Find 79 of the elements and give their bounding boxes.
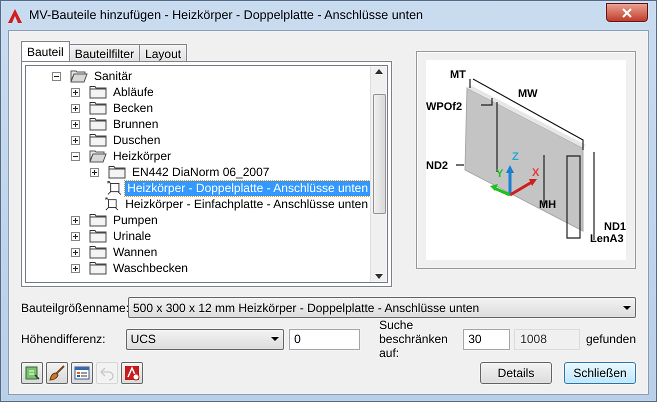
toolbar-button[interactable]	[21, 362, 43, 384]
field-label: Höhendifferenz:	[21, 331, 107, 348]
app-logo-icon	[7, 8, 23, 24]
dimension-label: X	[532, 167, 540, 179]
folder-icon	[89, 85, 107, 99]
folder-icon	[89, 101, 107, 115]
dropdown-arrow-icon	[623, 306, 631, 310]
expand-icon[interactable]	[90, 168, 99, 176]
height-reference-dropdown[interactable]: UCS	[126, 328, 284, 350]
part-block-icon	[105, 196, 120, 212]
open-folder-icon	[89, 149, 107, 163]
expand-icon[interactable]	[71, 264, 80, 272]
help-icon	[124, 365, 140, 381]
folder-icon	[89, 213, 107, 227]
close-icon	[622, 8, 632, 18]
dimension-label: MW	[518, 88, 538, 100]
tree-item[interactable]: Urinale	[111, 228, 154, 244]
expand-icon[interactable]	[71, 120, 80, 128]
tree-item[interactable]: Wannen	[111, 244, 160, 260]
dimension-label: Y	[496, 168, 504, 180]
tree-item[interactable]: Waschbecken	[111, 260, 190, 276]
close-button[interactable]	[606, 3, 648, 22]
dimension-label: ND1	[604, 221, 626, 233]
scroll-up-icon[interactable]	[375, 69, 383, 74]
tree-item[interactable]: EN442 DiaNorm 06_2007	[130, 164, 272, 180]
expand-icon[interactable]	[71, 136, 80, 144]
dimension-label: WPOf2	[426, 101, 462, 113]
dimension-label: MT	[450, 69, 466, 81]
folder-icon	[89, 261, 107, 275]
tab[interactable]: Bauteil	[21, 41, 70, 61]
tree-item[interactable]: Heizkörper - Einfachplatte - Anschlüsse unten	[123, 196, 370, 212]
tab[interactable]: Layout	[139, 44, 188, 61]
toolbar-button[interactable]	[46, 362, 68, 384]
dimension-label: Z	[512, 151, 519, 163]
open-folder-icon	[70, 69, 88, 83]
dimension-label: MH	[539, 199, 556, 211]
size-name-dropdown[interactable]: 500 x 300 x 12 mm Heizkörper - Doppelplatte - Anschlüsse unten	[128, 297, 636, 318]
dimension-label: LenA3	[590, 233, 624, 245]
found-label: gefunden	[586, 331, 636, 348]
field-label: Bauteilgrößenname:	[21, 300, 128, 316]
tree-item[interactable]: Pumpen	[111, 212, 160, 228]
folder-icon	[89, 133, 107, 147]
tree-item[interactable]: Sanitär	[92, 68, 134, 84]
window-title: MV-Bauteile hinzufügen - Heizkörper - Doppelplatte - Anschlüsse unten	[29, 7, 423, 24]
tab[interactable]: Bauteilfilter	[68, 44, 140, 61]
part-block-icon	[106, 180, 122, 196]
toolbar-button[interactable]	[121, 362, 143, 384]
height-offset-field[interactable]: 0	[289, 328, 360, 350]
expand-icon[interactable]	[71, 104, 80, 112]
found-count: 1008	[514, 328, 580, 350]
expand-icon[interactable]	[71, 88, 80, 96]
search-limit-field[interactable]: 30	[463, 328, 510, 350]
brush-icon	[49, 365, 65, 381]
tree-item[interactable]: Duschen	[111, 132, 162, 148]
dimension-label: ND2	[426, 160, 448, 172]
scrollbar[interactable]	[370, 66, 387, 282]
dialog-button[interactable]: Details	[480, 362, 552, 384]
folder-icon	[89, 245, 107, 259]
toolbar-button[interactable]	[71, 362, 93, 384]
dropdown-arrow-icon	[271, 337, 280, 341]
add-part-icon	[24, 365, 40, 381]
folder-icon	[89, 229, 107, 243]
properties-icon	[74, 365, 90, 381]
tree-item[interactable]: Abläufe	[111, 84, 156, 100]
tree-item[interactable]: Heizkörper	[111, 148, 174, 164]
dialog-button[interactable]: Schließen	[564, 362, 636, 384]
expand-icon[interactable]	[71, 232, 80, 240]
field-label: Suche beschränken auf:	[379, 318, 449, 360]
expand-icon[interactable]	[71, 248, 80, 256]
collapse-icon[interactable]	[71, 152, 80, 160]
expand-icon[interactable]	[71, 216, 80, 224]
collapse-icon[interactable]	[52, 72, 61, 80]
undo-icon	[99, 365, 115, 381]
folder-icon	[89, 117, 107, 131]
tree-item[interactable]: Becken	[111, 100, 156, 116]
folder-icon	[108, 165, 126, 179]
tree-item[interactable]: Brunnen	[111, 116, 160, 132]
scroll-thumb[interactable]	[372, 94, 386, 214]
scroll-down-icon[interactable]	[375, 274, 383, 279]
